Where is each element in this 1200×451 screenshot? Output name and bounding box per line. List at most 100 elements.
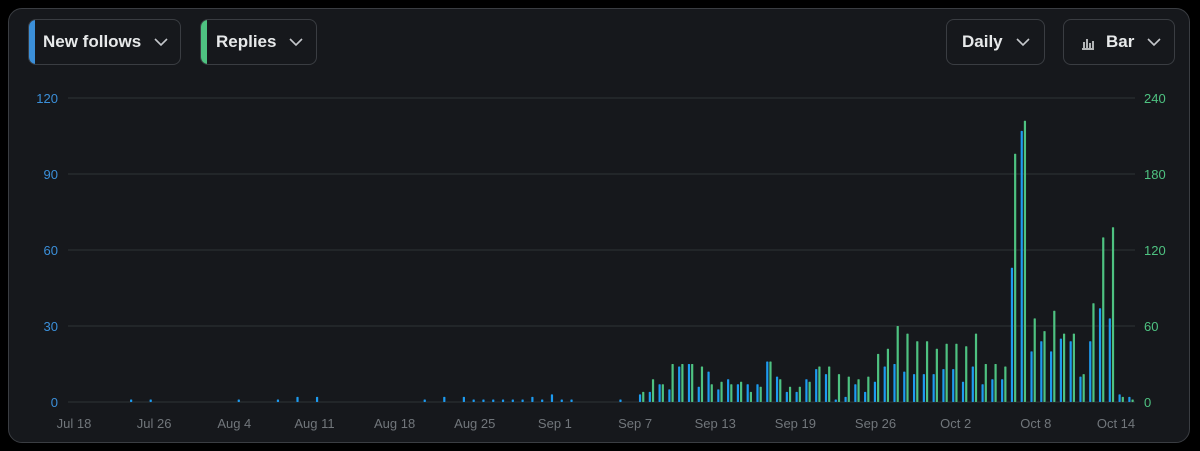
- x-tick-label: Sep 1: [538, 416, 572, 431]
- x-tick-label: Oct 2: [940, 416, 971, 431]
- bar-replies: [769, 361, 772, 402]
- y-left-tick-label: 60: [44, 243, 58, 258]
- bar-replies: [1111, 227, 1115, 402]
- bar-new-follows: [942, 369, 945, 402]
- bar-replies: [1043, 331, 1046, 402]
- bar-new-follows: [1050, 351, 1053, 402]
- bar-new-follows: [521, 399, 524, 402]
- bar-new-follows: [541, 399, 544, 402]
- bar-new-follows: [687, 364, 691, 402]
- bar-replies: [847, 376, 850, 402]
- bar-new-follows: [1010, 267, 1014, 402]
- bar-replies: [730, 384, 733, 402]
- bar-replies: [1033, 318, 1036, 402]
- bar-replies: [1082, 374, 1085, 402]
- bar-new-follows: [1089, 341, 1092, 402]
- bar-replies: [867, 376, 870, 402]
- bar-new-follows: [1108, 318, 1111, 402]
- bar-new-follows: [511, 399, 514, 402]
- bar-replies: [877, 353, 880, 402]
- x-tick-label: Oct 14: [1097, 416, 1135, 431]
- y-left-tick-label: 30: [44, 319, 58, 334]
- bar-replies: [681, 364, 684, 402]
- bar-new-follows: [736, 384, 740, 402]
- y-left-tick-label: 90: [44, 167, 58, 182]
- x-tick-label: Sep 19: [775, 416, 816, 431]
- bar-new-follows: [922, 374, 925, 402]
- bar-replies: [916, 341, 919, 402]
- bar-replies: [1102, 237, 1105, 402]
- bar-new-follows: [981, 384, 984, 402]
- bar-new-follows: [648, 391, 651, 402]
- x-tick-label: Sep 26: [855, 416, 896, 431]
- bar-new-follows: [149, 399, 152, 402]
- bar-new-follows: [570, 399, 573, 402]
- bar-new-follows: [805, 379, 808, 402]
- bar-new-follows: [912, 374, 916, 402]
- bar-replies: [828, 366, 831, 402]
- bar-new-follows: [423, 399, 426, 402]
- y-right-tick-label: 240: [1144, 91, 1166, 106]
- bar-new-follows: [1118, 394, 1121, 402]
- bar-new-follows: [903, 371, 906, 402]
- bar-new-follows: [276, 399, 280, 402]
- bar-replies: [906, 333, 909, 402]
- bar-new-follows: [1040, 341, 1043, 402]
- y-right-tick-label: 120: [1144, 243, 1166, 258]
- bar-new-follows: [619, 399, 622, 402]
- bar-new-follows: [952, 369, 955, 402]
- bar-new-follows: [834, 399, 837, 402]
- bar-new-follows: [1069, 341, 1072, 402]
- bar-replies: [955, 343, 958, 402]
- bar-new-follows: [668, 389, 671, 402]
- bar-replies: [1092, 303, 1095, 402]
- bar-new-follows: [775, 376, 779, 402]
- x-tick-label: Jul 26: [137, 416, 172, 431]
- bar-new-follows: [785, 391, 788, 402]
- bar-new-follows: [531, 396, 534, 402]
- bar-replies: [1131, 399, 1134, 402]
- bar-new-follows: [932, 374, 935, 402]
- bar-new-follows: [717, 389, 720, 402]
- bar-new-follows: [678, 366, 681, 402]
- bar-replies: [935, 348, 938, 402]
- bar-new-follows: [1001, 379, 1004, 402]
- bar-replies: [1062, 333, 1066, 402]
- bar-new-follows: [1128, 396, 1131, 402]
- bar-replies: [759, 386, 762, 402]
- bar-replies: [945, 343, 948, 402]
- bar-replies: [779, 379, 782, 402]
- bar-replies: [1023, 120, 1027, 403]
- bar-new-follows: [746, 384, 749, 402]
- x-tick-label: Aug 18: [374, 416, 415, 431]
- bar-replies: [671, 364, 674, 402]
- bar-new-follows: [873, 381, 877, 402]
- bar-replies: [925, 341, 929, 402]
- bar-chart: 0 0 30 60 60 120 90 180 120 240 Jul 18 Jul 26 Aug 4 A…: [36, 91, 1166, 431]
- bar-new-follows: [1098, 308, 1102, 402]
- bar-new-follows: [638, 394, 642, 402]
- bar-new-follows: [1059, 338, 1062, 402]
- bar-new-follows: [844, 396, 847, 402]
- bar-replies: [700, 366, 704, 402]
- bar-new-follows: [296, 396, 299, 402]
- bar-replies: [974, 333, 978, 402]
- bar-new-follows: [560, 399, 563, 402]
- bar-new-follows: [795, 391, 798, 402]
- bar-replies: [642, 391, 645, 402]
- bar-new-follows: [658, 384, 661, 402]
- bar-replies: [1004, 366, 1007, 402]
- bar-replies: [994, 364, 997, 402]
- bar-new-follows: [697, 386, 700, 402]
- bar-new-follows: [824, 374, 828, 402]
- bar-replies: [798, 386, 801, 402]
- x-tick-label: Aug 25: [454, 416, 495, 431]
- bar-replies: [808, 381, 811, 402]
- bar-replies: [788, 386, 792, 402]
- bar-new-follows: [550, 394, 554, 402]
- bar-replies: [1121, 396, 1124, 402]
- bar-new-follows: [501, 399, 505, 402]
- y-left-tick-label: 0: [51, 395, 58, 410]
- bar-new-follows: [961, 381, 965, 402]
- bar-replies: [857, 379, 860, 402]
